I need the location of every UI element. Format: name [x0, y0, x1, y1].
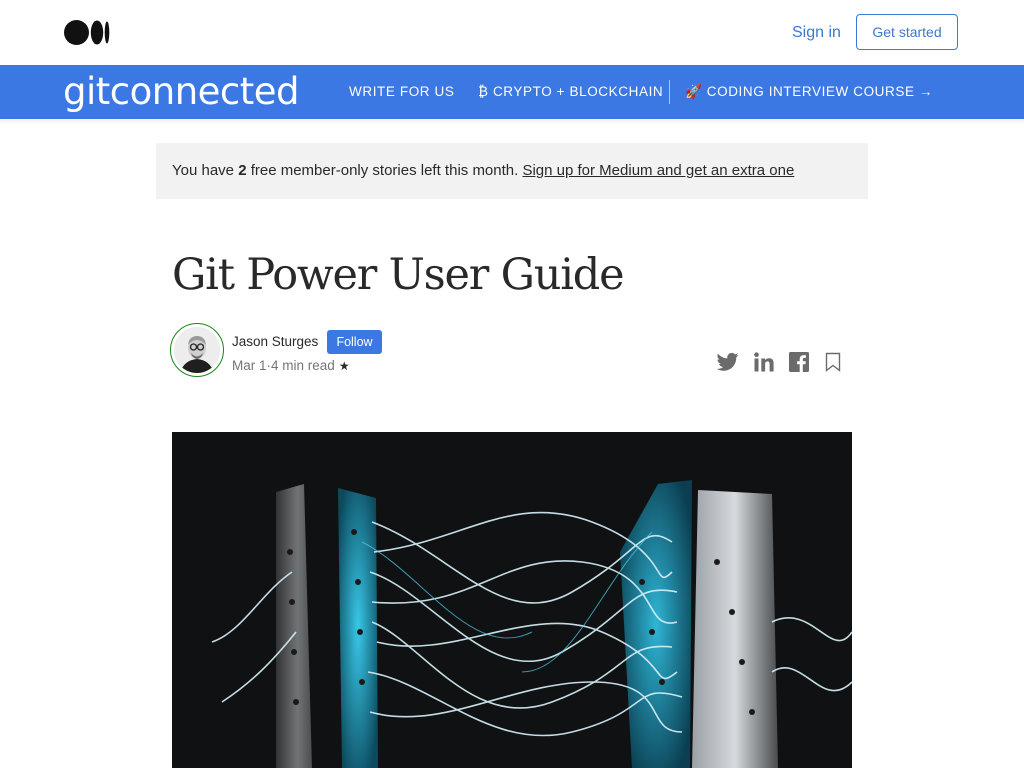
sign-up-link[interactable]: Sign up for Medium and get an extra one [522, 162, 794, 179]
hero-image [172, 432, 852, 768]
twitter-icon[interactable] [717, 352, 739, 372]
article-meta: Mar 1·4 min read ★ [232, 358, 350, 373]
publication-logo[interactable]: gitconnected [63, 67, 300, 117]
nav-divider [669, 80, 670, 104]
free-stories-banner: You have 2 free member-only stories left… [156, 143, 868, 199]
sign-in-link[interactable]: Sign in [792, 24, 841, 42]
get-started-button[interactable]: Get started [856, 14, 958, 50]
banner-count: 2 [238, 162, 247, 179]
nav-shadow [0, 119, 1024, 125]
article-title: Git Power User Guide [172, 250, 625, 300]
member-star-icon: ★ [338, 359, 350, 373]
author-avatar[interactable] [174, 327, 220, 373]
follow-button[interactable]: Follow [327, 330, 382, 354]
publication-nav: gitconnected WRITE FOR US ₿ CRYPTO + BLO… [0, 65, 1024, 119]
banner-prefix: You have [172, 162, 239, 179]
medium-logo-icon[interactable] [64, 20, 110, 45]
facebook-icon[interactable] [788, 352, 810, 372]
nav-coding-interview-course[interactable]: 🚀 CODING INTERVIEW COURSE → [685, 65, 933, 119]
publish-date: Mar 1 [232, 358, 267, 373]
author-name[interactable]: Jason Sturges [232, 334, 318, 349]
nav-write-for-us[interactable]: WRITE FOR US [349, 65, 454, 119]
bookmark-icon[interactable] [822, 352, 844, 372]
nav-crypto-blockchain[interactable]: ₿ CRYPTO + BLOCKCHAIN [478, 65, 663, 119]
banner-suffix: free member-only stories left this month… [246, 162, 523, 179]
linkedin-icon[interactable] [753, 352, 775, 372]
top-bar: Sign in Get started [0, 0, 1024, 65]
read-time: 4 min read [271, 358, 335, 373]
